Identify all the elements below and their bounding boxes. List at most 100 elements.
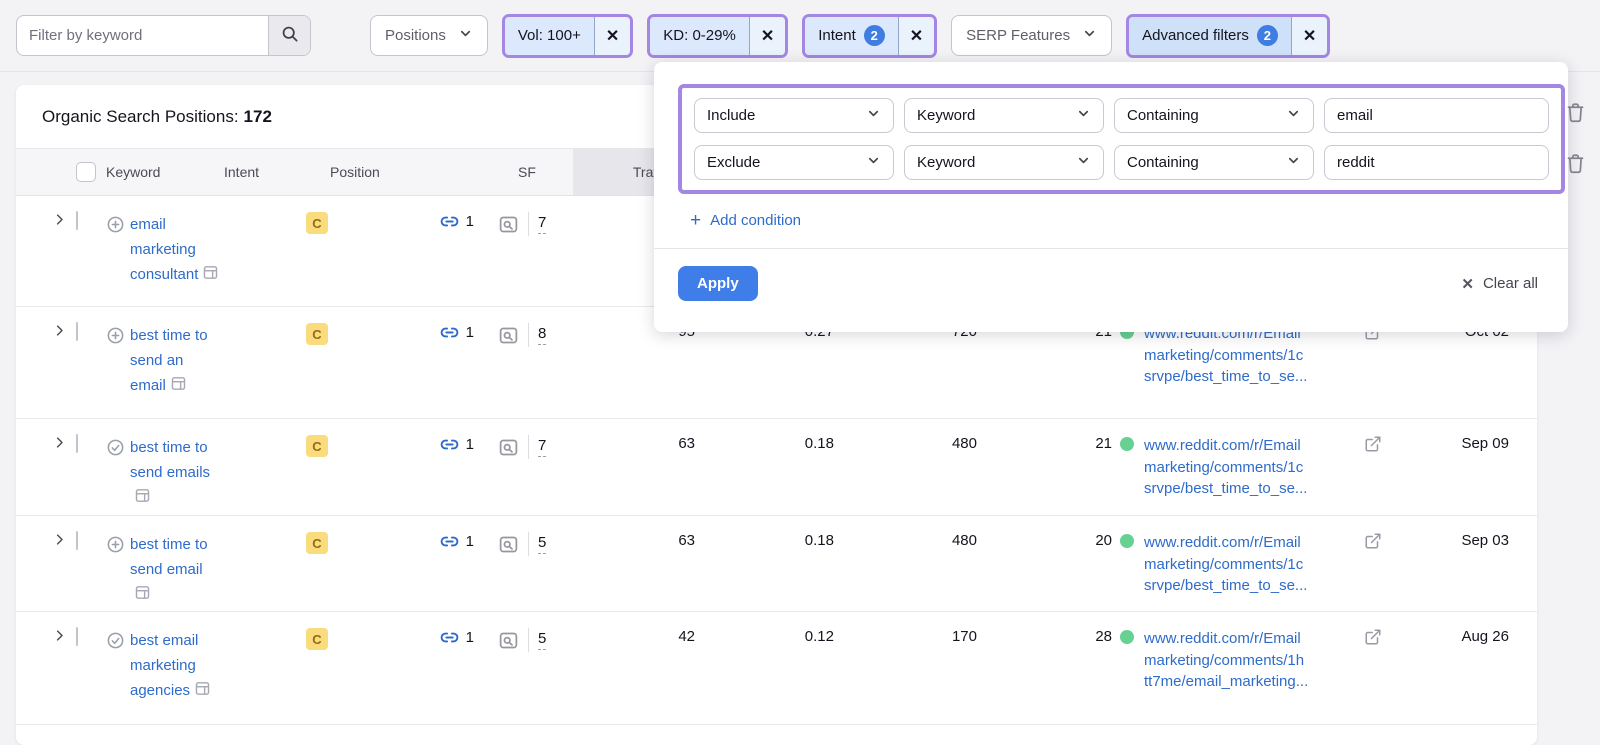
keyword-link[interactable]: best email marketing agencies: [130, 628, 220, 705]
row-checkbox[interactable]: [76, 322, 78, 341]
condition-value-input[interactable]: [1324, 145, 1549, 180]
serp-page-icon[interactable]: [170, 379, 187, 396]
sf-count[interactable]: 5: [538, 630, 546, 650]
row-checkbox[interactable]: [76, 211, 78, 230]
row-expander[interactable]: [52, 516, 76, 551]
close-icon: ✕: [606, 26, 619, 46]
advanced-filters-panel: Include Keyword Containing Exclude: [654, 62, 1568, 332]
column-header-position[interactable]: Position: [330, 149, 480, 195]
keyword-link[interactable]: email marketing consultant: [130, 212, 220, 289]
serp-preview-icon[interactable]: [498, 325, 519, 346]
condition-mode-select[interactable]: Include: [694, 98, 894, 133]
keyword-link[interactable]: best time to send email: [130, 532, 220, 609]
url-link[interactable]: www.reddit.com/r/Email: [1144, 532, 1396, 554]
intent-commercial-badge[interactable]: C: [306, 628, 328, 650]
sf-count[interactable]: 7: [538, 214, 546, 234]
column-header-keyword[interactable]: Keyword: [106, 149, 220, 195]
row-checkbox[interactable]: [76, 434, 78, 453]
serp-page-icon[interactable]: [134, 491, 151, 508]
keyword-filter-input[interactable]: [17, 16, 268, 55]
table-row: best time to send emails C 1 7 63 0.18 4…: [16, 419, 1537, 516]
delete-condition-button[interactable]: [1565, 153, 1586, 174]
intent-filter-remove-button[interactable]: ✕: [898, 17, 934, 55]
kd-filter-remove-button[interactable]: ✕: [749, 17, 785, 55]
condition-mode-select[interactable]: Exclude: [694, 145, 894, 180]
link-icon: [440, 323, 459, 342]
serp-page-icon[interactable]: [134, 588, 151, 605]
serp-features-dropdown[interactable]: SERP Features: [951, 15, 1112, 56]
apply-button[interactable]: Apply: [678, 266, 758, 301]
position-value: 1: [466, 436, 474, 453]
advanced-filters-count-badge: 2: [1257, 25, 1278, 46]
intent-commercial-badge[interactable]: C: [306, 435, 328, 457]
select-all-checkbox[interactable]: [76, 162, 96, 182]
kd-difficulty-dot: [1120, 630, 1134, 644]
serp-preview-icon[interactable]: [498, 437, 519, 458]
add-circle-icon[interactable]: [106, 532, 125, 609]
add-circle-icon[interactable]: [106, 212, 125, 289]
intent-commercial-badge[interactable]: C: [306, 532, 328, 554]
intent-commercial-badge[interactable]: C: [306, 212, 328, 234]
check-circle-icon[interactable]: [106, 628, 125, 705]
table-row: best time to send email C 1 5 63 0.18 48…: [16, 516, 1537, 612]
trash-icon: [1565, 161, 1586, 178]
conditions-box: Include Keyword Containing Exclude: [678, 84, 1565, 194]
row-expander[interactable]: [52, 307, 76, 342]
positions-dropdown[interactable]: Positions: [370, 15, 488, 56]
traffic-pct-value: 0.12: [705, 612, 840, 645]
add-condition-button[interactable]: + Add condition: [690, 211, 801, 230]
sf-count[interactable]: 8: [538, 325, 546, 345]
serp-preview-icon[interactable]: [498, 214, 519, 235]
search-button[interactable]: [268, 16, 310, 55]
condition-field-select[interactable]: Keyword: [904, 98, 1104, 133]
condition-value-input[interactable]: [1324, 98, 1549, 133]
serp-preview-icon[interactable]: [498, 630, 519, 651]
external-link-icon[interactable]: [1364, 628, 1382, 650]
row-checkbox[interactable]: [76, 627, 78, 646]
condition-operator-select[interactable]: Containing: [1114, 98, 1314, 133]
check-circle-icon[interactable]: [106, 435, 125, 512]
kd-value: 28: [1095, 628, 1112, 645]
chevron-down-icon: [1286, 153, 1301, 172]
keyword-link[interactable]: best time to send emails: [130, 435, 220, 512]
row-expander[interactable]: [52, 196, 76, 231]
serp-page-icon[interactable]: [202, 268, 219, 285]
kd-value: 20: [1095, 532, 1112, 549]
advanced-filters-remove-button[interactable]: ✕: [1291, 17, 1327, 55]
advanced-filters-chip[interactable]: Advanced filters 2 ✕: [1126, 14, 1330, 58]
add-circle-icon[interactable]: [106, 323, 125, 400]
position-value: 1: [466, 629, 474, 646]
volume-filter-chip[interactable]: Vol: 100+ ✕: [502, 14, 633, 58]
sf-count[interactable]: 5: [538, 534, 546, 554]
serp-page-icon[interactable]: [194, 684, 211, 701]
condition-field-select[interactable]: Keyword: [904, 145, 1104, 180]
condition-operator-select[interactable]: Containing: [1114, 145, 1314, 180]
sf-count[interactable]: 7: [538, 437, 546, 457]
link-icon: [440, 532, 459, 551]
traffic-value: 42: [573, 612, 705, 645]
row-checkbox[interactable]: [76, 531, 78, 550]
column-header-sf[interactable]: SF: [480, 149, 573, 195]
url-link[interactable]: www.reddit.com/r/Email: [1144, 435, 1396, 457]
close-icon: ✕: [910, 26, 923, 46]
kd-filter-chip[interactable]: KD: 0-29% ✕: [647, 14, 788, 58]
intent-filter-chip[interactable]: Intent 2 ✕: [802, 14, 937, 58]
delete-condition-button[interactable]: [1565, 102, 1586, 123]
table-row: best email marketing agencies C 1 5 42 0…: [16, 612, 1537, 725]
positions-dropdown-label: Positions: [385, 27, 446, 44]
intent-commercial-badge[interactable]: C: [306, 323, 328, 345]
url-link[interactable]: www.reddit.com/r/Email: [1144, 628, 1396, 650]
external-link-icon[interactable]: [1364, 435, 1382, 457]
kd-difficulty-dot: [1120, 534, 1134, 548]
external-link-icon[interactable]: [1364, 532, 1382, 554]
row-expander[interactable]: [52, 419, 76, 454]
row-expander[interactable]: [52, 612, 76, 647]
keyword-link[interactable]: best time to send an email: [130, 323, 220, 400]
close-icon: ✕: [1461, 275, 1474, 293]
chevron-right-icon: [52, 437, 67, 454]
volume-filter-remove-button[interactable]: ✕: [594, 17, 630, 55]
clear-all-button[interactable]: ✕ Clear all: [1461, 275, 1538, 293]
divider: [528, 212, 529, 236]
serp-preview-icon[interactable]: [498, 534, 519, 555]
column-header-intent[interactable]: Intent: [220, 149, 330, 195]
